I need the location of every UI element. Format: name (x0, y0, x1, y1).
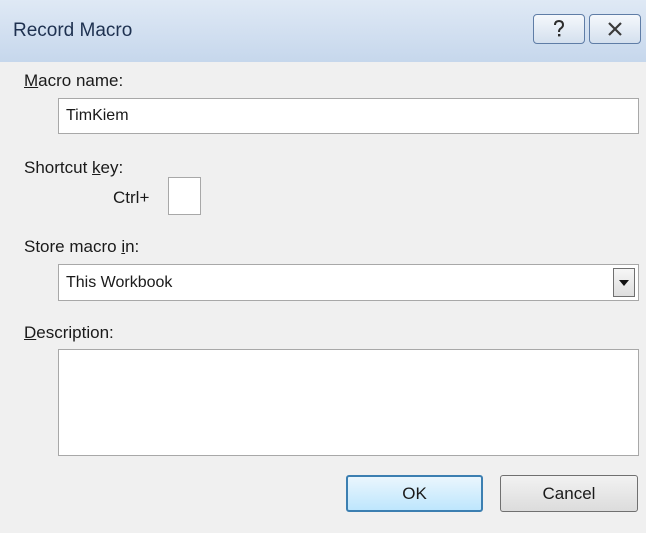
question-mark-icon (554, 19, 565, 37)
close-icon (608, 22, 622, 36)
dialog-title: Record Macro (13, 20, 133, 41)
dropdown-arrow-icon (619, 279, 629, 286)
close-button[interactable] (589, 14, 641, 44)
ctrl-modifier-label: Ctrl+ (113, 188, 150, 207)
macro-name-input[interactable]: TimKiem (58, 98, 639, 134)
dialog-title-bar: Record Macro (0, 0, 646, 63)
store-macro-label: Store macro in: (24, 237, 140, 256)
macro-name-label: Macro name: (24, 71, 124, 90)
shortcut-key-input[interactable] (168, 177, 201, 215)
dialog-body: Macro name: TimKiem Shortcut key: Ctrl+ … (0, 62, 646, 533)
shortcut-key-label: Shortcut key: (24, 158, 124, 177)
store-macro-dropdown-button[interactable] (613, 268, 635, 297)
macro-name-value: TimKiem (66, 107, 129, 124)
help-button[interactable] (533, 14, 585, 44)
description-label: Description: (24, 323, 114, 342)
description-textarea[interactable] (58, 349, 639, 456)
store-macro-select[interactable]: This Workbook (58, 264, 639, 301)
cancel-button[interactable]: Cancel (500, 475, 638, 512)
ok-button[interactable]: OK (346, 475, 483, 512)
store-macro-selected: This Workbook (66, 273, 173, 291)
